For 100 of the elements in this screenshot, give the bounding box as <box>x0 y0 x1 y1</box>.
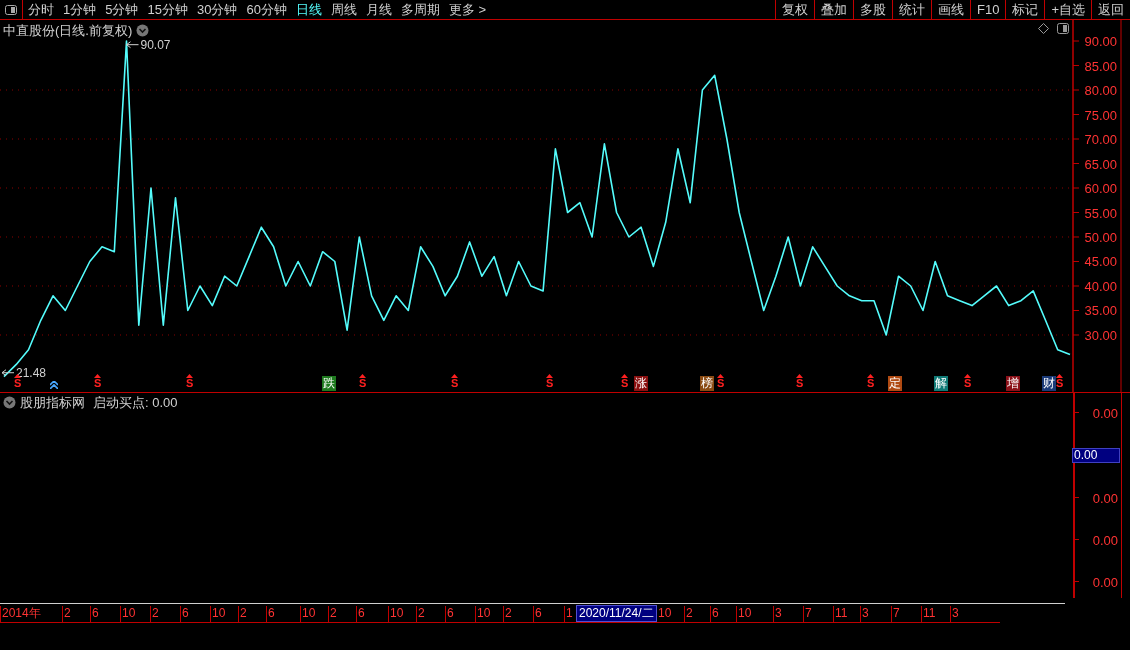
event-tag[interactable]: 跌 <box>322 376 336 391</box>
signal-label: S <box>451 378 459 389</box>
caret-up-icon <box>186 374 194 378</box>
signal-label: S <box>717 378 725 389</box>
toolbar-button[interactable]: 叠加 <box>814 0 853 19</box>
signal-label: S <box>186 378 194 389</box>
caret-up-icon <box>1056 374 1064 378</box>
price-axis-label: 65.00 <box>1084 156 1117 172</box>
event-tag[interactable]: 增 <box>1006 376 1020 391</box>
time-axis-label: 6 <box>268 606 275 621</box>
price-axis-label: 30.00 <box>1084 328 1117 343</box>
time-axis-label: 11 <box>923 606 936 621</box>
period-tab[interactable]: 多周期 <box>400 0 440 20</box>
caret-up-icon <box>546 374 554 378</box>
time-axis-label: 2014年 <box>2 606 41 621</box>
caret-up-icon <box>867 374 875 378</box>
chevron-down-icon[interactable] <box>136 24 150 38</box>
stock-title: 中直股份(日线.前复权) <box>3 22 133 40</box>
indicator-name: 股朋指标网 <box>20 394 85 412</box>
toolbar-button[interactable]: 返回 <box>1091 0 1130 19</box>
toolbar-button[interactable]: 画线 <box>931 0 970 19</box>
indicator-reading: 启动买点: 0.00 <box>93 394 178 412</box>
time-axis-label: 10 <box>738 606 752 621</box>
time-axis-label: 11 <box>835 606 848 621</box>
time-axis-label: 2 <box>64 606 71 621</box>
signal-label: S <box>867 378 875 389</box>
price-axis-label: 35.00 <box>1084 303 1117 319</box>
signal-label: S <box>1056 378 1064 389</box>
price-axis-label: 90.00 <box>1084 34 1117 49</box>
event-tag[interactable]: 涨 <box>634 376 648 391</box>
time-axis-label: 10 <box>477 606 491 621</box>
time-axis-label: 2 <box>152 606 159 621</box>
event-tag[interactable]: 解 <box>934 376 948 391</box>
period-tab[interactable]: 月线 <box>365 0 392 20</box>
signal-label: S <box>796 378 804 389</box>
price-axis-label: 50.00 <box>1084 230 1117 245</box>
panel-toggle-icon[interactable] <box>1057 23 1069 34</box>
caret-up-icon <box>717 374 725 378</box>
time-axis-label: 7 <box>893 606 900 621</box>
caret-up-icon <box>621 374 629 378</box>
signal-label: S <box>964 378 972 389</box>
time-axis-label: 3 <box>775 606 782 621</box>
price-callout: 90.07 <box>126 37 171 52</box>
panel-toggle-icon[interactable] <box>5 4 17 15</box>
cursor-date-label: 2020/11/24/二 <box>576 605 657 622</box>
caret-up-icon <box>796 374 804 378</box>
chevron-down-icon[interactable] <box>3 396 16 410</box>
time-axis-label: 3 <box>952 606 959 621</box>
event-tag[interactable]: 财 <box>1042 376 1056 391</box>
time-axis-label: 6 <box>92 606 99 621</box>
annotation: 21.48 <box>16 365 47 380</box>
caret-up-icon <box>359 374 367 378</box>
time-axis-label: 1 <box>566 606 573 621</box>
period-tab[interactable]: 5分钟 <box>105 0 139 20</box>
time-axis-label: 6 <box>182 606 189 621</box>
price-axis-label: 80.00 <box>1084 83 1117 98</box>
price-axis-label: 75.00 <box>1084 107 1117 123</box>
time-axis-label: 10 <box>302 606 316 621</box>
indicator-axis-label: 0.00 <box>1091 532 1118 550</box>
time-axis-label: 2 <box>686 606 693 621</box>
event-tag[interactable]: 榜 <box>700 376 714 391</box>
event-tag[interactable]: 定 <box>888 376 902 391</box>
period-tab[interactable]: 1分钟 <box>63 0 97 20</box>
period-tab[interactable]: 15分钟 <box>147 0 188 20</box>
signal-label: S <box>621 378 629 389</box>
price-axis-label: 60.00 <box>1084 181 1117 196</box>
price-axis-label: 40.00 <box>1084 279 1117 294</box>
toolbar-button[interactable]: 统计 <box>892 0 931 19</box>
toolbar-button[interactable]: 多股 <box>853 0 892 19</box>
toolbar-button[interactable]: 标记 <box>1005 0 1045 19</box>
period-tab[interactable]: 日线 <box>295 0 322 20</box>
annotation: 90.07 <box>140 37 171 52</box>
period-tab[interactable]: 更多 > <box>448 0 487 20</box>
signal-label: S <box>94 378 102 389</box>
time-axis-label: 7 <box>805 606 812 621</box>
diamond-icon[interactable] <box>1038 23 1049 34</box>
time-axis-label: 10 <box>212 606 226 621</box>
price-callout: 21.48 <box>1 365 47 380</box>
toolbar-button[interactable]: +自选 <box>1044 0 1091 19</box>
period-tab[interactable]: 60分钟 <box>246 0 287 20</box>
period-tab[interactable]: 周线 <box>330 0 357 20</box>
time-axis-label: 6 <box>447 606 454 621</box>
price-axis-label: 55.00 <box>1084 205 1117 221</box>
price-axis-label: 85.00 <box>1084 58 1117 74</box>
toolbar-button[interactable]: 复权 <box>775 0 814 19</box>
double-chevron-up-icon <box>50 381 58 389</box>
signal-label: S <box>14 378 22 389</box>
signal-label: S <box>546 378 554 389</box>
caret-up-icon <box>964 374 972 378</box>
time-axis-label: 6 <box>712 606 719 621</box>
time-axis-label: 2 <box>505 606 512 621</box>
time-axis-label: 6 <box>358 606 365 621</box>
period-tab[interactable]: 分时 <box>28 0 54 20</box>
price-axis-label: 70.00 <box>1084 132 1117 147</box>
signal-label: S <box>359 378 367 389</box>
time-axis-label: 10 <box>122 606 136 621</box>
indicator-axis-label: 0.00 <box>1091 405 1118 423</box>
toolbar-button[interactable]: F10 <box>970 0 1006 19</box>
time-axis-label: 2 <box>240 606 247 621</box>
period-tab[interactable]: 30分钟 <box>196 0 238 20</box>
